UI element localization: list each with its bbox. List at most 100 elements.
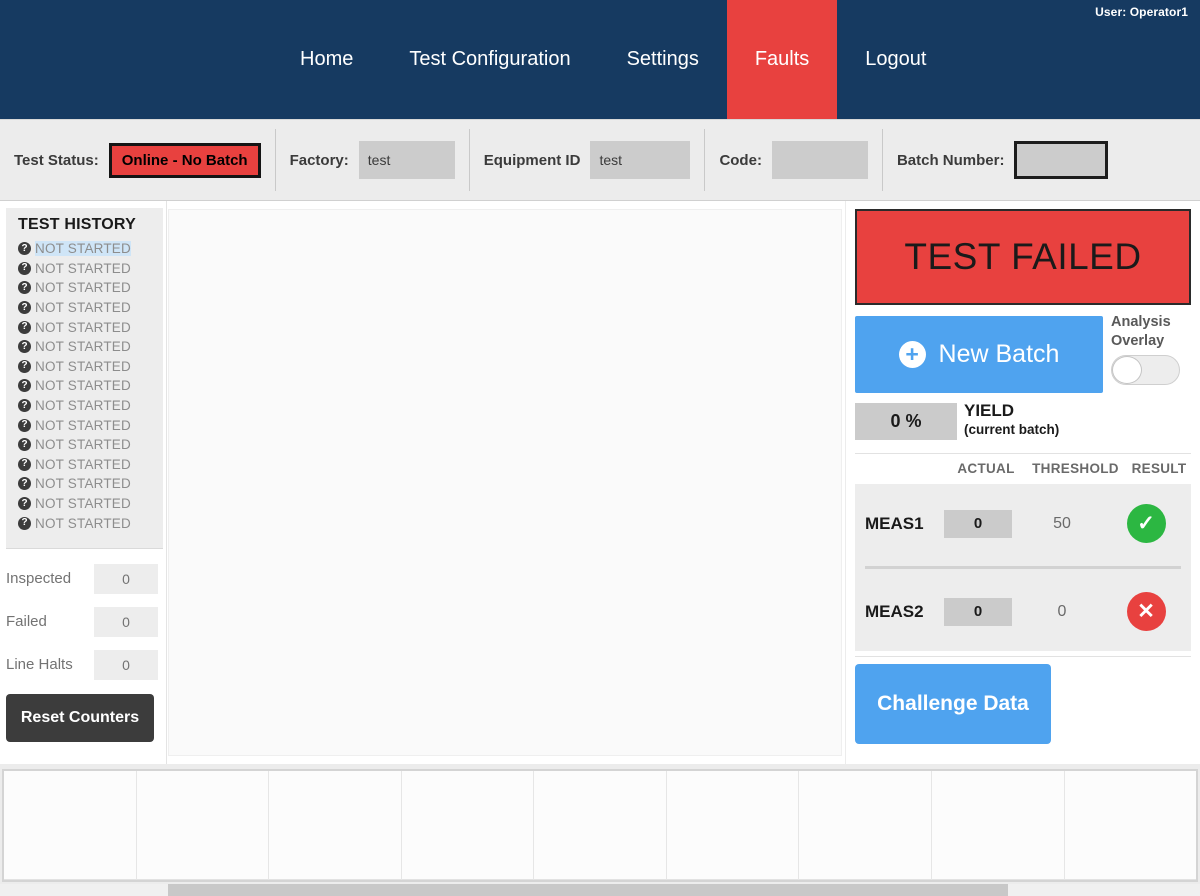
- counter-row-failed: Failed 0: [6, 600, 163, 643]
- counter-row-inspected: Inspected 0: [6, 557, 163, 600]
- measurement-row-meas1: MEAS1 0 50 ✓: [855, 484, 1191, 563]
- question-mark-icon: ?: [18, 301, 31, 314]
- test-history-item-label: NOT STARTED: [35, 300, 131, 315]
- test-history-item-label: NOT STARTED: [35, 437, 131, 452]
- test-history-item[interactable]: ?NOT STARTED: [18, 435, 163, 455]
- question-mark-icon: ?: [18, 379, 31, 392]
- test-result-banner: TEST FAILED: [855, 209, 1191, 305]
- thumbnail-cell[interactable]: [402, 771, 535, 880]
- analysis-overlay-label-line2: Overlay: [1111, 332, 1195, 351]
- horizontal-scrollbar[interactable]: [0, 884, 1200, 896]
- left-sidebar: TEST HISTORY ? NOT STARTED? NOT STARTED? NO…: [0, 201, 167, 764]
- thumbnail-cell[interactable]: [534, 771, 667, 880]
- measurement-header-actual: ACTUAL: [948, 461, 1024, 476]
- measurement-header-threshold: THRESHOLD: [1024, 461, 1127, 476]
- yield-title: YIELD: [964, 401, 1059, 421]
- new-batch-label: New Batch: [939, 340, 1060, 369]
- toggle-knob: [1112, 356, 1142, 384]
- test-history-item-label: NOT STARTED: [35, 241, 131, 256]
- test-history-item[interactable]: ?NOT STARTED: [18, 474, 163, 494]
- analysis-overlay-toggle[interactable]: [1111, 355, 1180, 385]
- counter-value-inspected: 0: [94, 564, 158, 594]
- code-input[interactable]: [772, 141, 868, 179]
- challenge-data-button[interactable]: Challenge Data: [855, 664, 1051, 744]
- test-history-item[interactable]: ?NOT STARTED: [18, 259, 163, 279]
- factory-group: Factory: test: [275, 129, 469, 191]
- nav-item-test-configuration[interactable]: Test Configuration: [381, 0, 598, 119]
- thumbnail-cell[interactable]: [799, 771, 932, 880]
- equipment-id-label: Equipment ID: [484, 152, 581, 169]
- analysis-overlay-label-line1: Analysis: [1111, 313, 1195, 332]
- image-canvas[interactable]: [168, 209, 842, 756]
- thumbnail-cell[interactable]: [4, 771, 137, 880]
- right-panel: TEST FAILED + New Batch Analysis Overlay…: [845, 201, 1200, 764]
- test-history-item[interactable]: ?NOT STARTED: [18, 455, 163, 475]
- thumbnail-cell[interactable]: [1065, 771, 1197, 880]
- test-history-item-label: NOT STARTED: [35, 418, 131, 433]
- factory-input[interactable]: test: [359, 141, 455, 179]
- thumbnail-cell[interactable]: [932, 771, 1065, 880]
- new-batch-button[interactable]: + New Batch: [855, 316, 1103, 393]
- counter-label-inspected: Inspected: [6, 570, 94, 587]
- nav-item-faults[interactable]: Faults: [727, 0, 837, 119]
- measurement-actual-meas2[interactable]: 0: [944, 598, 1012, 626]
- nav-item-logout-label: Logout: [865, 48, 926, 71]
- nav-item-home[interactable]: Home: [272, 0, 381, 119]
- measurement-result-meas1: ✓: [1112, 504, 1180, 543]
- main-content: TEST HISTORY ? NOT STARTED? NOT STARTED? NO…: [0, 201, 1200, 764]
- batch-number-input[interactable]: [1014, 141, 1108, 179]
- test-history-item-label: NOT STARTED: [35, 516, 131, 531]
- measurement-row-meas2: MEAS2 0 0 ✕: [855, 572, 1191, 651]
- measurement-threshold-meas2: 0: [1012, 603, 1112, 621]
- yield-value: 0 %: [855, 403, 957, 440]
- test-history-item[interactable]: ?NOT STARTED: [18, 278, 163, 298]
- reset-counters-button[interactable]: Reset Counters: [6, 694, 154, 742]
- nav-item-settings[interactable]: Settings: [599, 0, 727, 119]
- test-history-item[interactable]: ?NOT STARTED: [18, 357, 163, 377]
- yield-subtitle: (current batch): [964, 421, 1059, 438]
- test-history-title: TEST HISTORY: [18, 216, 163, 234]
- test-history-item[interactable]: ?NOT STARTED: [18, 317, 163, 337]
- question-mark-icon: ?: [18, 321, 31, 334]
- test-history-item[interactable]: ? NOT STARTED: [18, 376, 163, 396]
- test-history-item[interactable]: ?NOT STARTED: [18, 415, 163, 435]
- test-status-label: Test Status:: [14, 152, 99, 169]
- test-history-list: ? NOT STARTED? NOT STARTED? NOT STARTED? NOT…: [18, 239, 163, 533]
- status-bar: Test Status: Online - No Batch Factory: …: [0, 119, 1200, 201]
- test-history-item[interactable]: ?NOT STARTED: [18, 396, 163, 416]
- equipment-id-input[interactable]: test: [590, 141, 690, 179]
- measurement-threshold-meas1: 50: [1012, 515, 1112, 533]
- question-mark-icon: ?: [18, 360, 31, 373]
- batch-number-group: Batch Number:: [882, 129, 1123, 191]
- nav-item-settings-label: Settings: [627, 48, 699, 71]
- test-history-item[interactable]: ?NOT STARTED: [18, 494, 163, 514]
- right-panel-divider: [855, 656, 1191, 657]
- factory-label: Factory:: [290, 152, 349, 169]
- measurement-actual-meas1[interactable]: 0: [944, 510, 1012, 538]
- measurement-row-separator: [865, 566, 1181, 569]
- test-history-item-label: NOT STARTED: [35, 378, 131, 393]
- thumbnail-cell[interactable]: [667, 771, 800, 880]
- thumbnail-cell[interactable]: [269, 771, 402, 880]
- measurement-table: MEAS1 0 50 ✓ MEAS2 0 0 ✕: [855, 484, 1191, 651]
- question-mark-icon: ?: [18, 242, 31, 255]
- test-history-item[interactable]: ? NOT STARTED: [18, 298, 163, 318]
- counter-label-line-halts: Line Halts: [6, 656, 94, 673]
- test-history-item[interactable]: ? NOT STARTED: [18, 239, 163, 259]
- counter-value-failed: 0: [94, 607, 158, 637]
- test-status-badge: Online - No Batch: [109, 143, 261, 178]
- counter-value-line-halts: 0: [94, 650, 158, 680]
- test-history-item[interactable]: ?NOT STARTED: [18, 513, 163, 533]
- thumbnail-strip: [2, 769, 1198, 882]
- horizontal-scrollbar-thumb[interactable]: [168, 884, 1008, 896]
- question-mark-icon: ?: [18, 477, 31, 490]
- code-label: Code:: [719, 152, 762, 169]
- test-history-item-label: NOT STARTED: [35, 280, 131, 295]
- yield-text-block: YIELD (current batch): [964, 401, 1059, 438]
- thumbnail-cell[interactable]: [137, 771, 270, 880]
- question-mark-icon: ?: [18, 262, 31, 275]
- measurement-header-result: RESULT: [1127, 461, 1191, 476]
- nav-item-logout[interactable]: Logout: [837, 0, 954, 119]
- measurement-name-meas2: MEAS2: [865, 602, 944, 622]
- test-history-item[interactable]: ?NOT STARTED: [18, 337, 163, 357]
